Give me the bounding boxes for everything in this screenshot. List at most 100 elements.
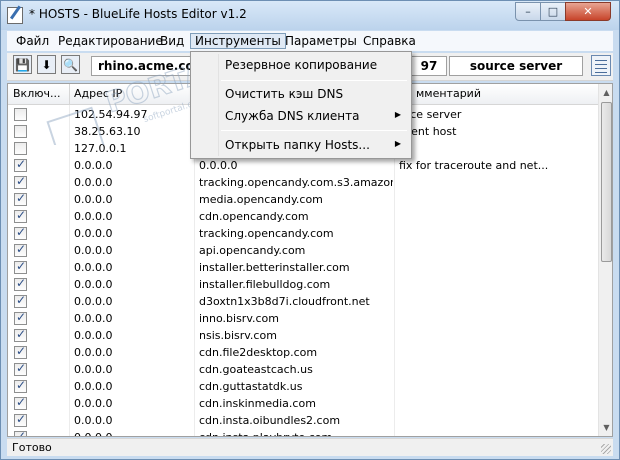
table-row[interactable]: 0.0.0.0 cdn.file2desktop.com — [8, 344, 598, 361]
host-cell: installer.filebulldog.com — [199, 278, 331, 291]
host-cell: d3oxtn1x3b8d7i.cloudfront.net — [199, 295, 370, 308]
enabled-checkbox[interactable] — [14, 225, 27, 240]
maximize-button[interactable]: □ — [540, 2, 566, 21]
enabled-checkbox[interactable] — [14, 108, 27, 121]
table-row[interactable]: 0.0.0.0 tracking.opencandy.com.s3.amazon.… — [8, 174, 598, 191]
enabled-checkbox[interactable] — [14, 157, 27, 172]
hostname-field[interactable]: rhino.acme.co — [91, 56, 191, 76]
app-window: * HOSTS - BlueLife Hosts Editor v1.2 – □… — [0, 0, 620, 460]
table-row[interactable]: 0.0.0.0 cdn.opencandy.com — [8, 208, 598, 225]
host-cell: cdn.inskinmedia.com — [199, 397, 316, 410]
ip-cell: 0.0.0.0 — [74, 346, 113, 359]
host-cell: installer.betterinstaller.com — [199, 261, 350, 274]
close-button[interactable]: ✕ — [565, 2, 611, 21]
ip-cell: 0.0.0.0 — [74, 414, 113, 427]
host-cell: tracking.opencandy.com.s3.amazon... — [199, 176, 393, 189]
table-row[interactable]: 0.0.0.0 media.opencandy.com — [8, 191, 598, 208]
ip-cell: 0.0.0.0 — [74, 159, 113, 172]
enabled-checkbox[interactable] — [14, 191, 27, 206]
menu-edit[interactable]: Редактирование — [53, 33, 168, 49]
save-icon[interactable]: 💾 — [13, 55, 32, 74]
scroll-thumb[interactable] — [601, 102, 612, 262]
menu-item-dns-client-service[interactable]: Служба DNS клиента ▶ — [193, 105, 409, 127]
host-cell: cdn.opencandy.com — [199, 210, 309, 223]
enabled-checkbox[interactable] — [14, 310, 27, 325]
table-row[interactable]: 0.0.0.0 api.opencandy.com — [8, 242, 598, 259]
table-row[interactable]: 0.0.0.0 cdn.insta.playbryte.com — [8, 429, 598, 436]
ip-cell: 0.0.0.0 — [74, 278, 113, 291]
list-view-icon[interactable] — [591, 55, 611, 76]
ip-cell: 0.0.0.0 — [74, 295, 113, 308]
ip-cell: 0.0.0.0 — [74, 397, 113, 410]
comment-field[interactable]: source server — [449, 56, 583, 76]
count-field[interactable]: 97 — [411, 56, 447, 76]
enabled-checkbox[interactable] — [14, 208, 27, 223]
table-row[interactable]: 0.0.0.0 cdn.inskinmedia.com — [8, 395, 598, 412]
ip-cell: 0.0.0.0 — [74, 312, 113, 325]
submenu-arrow-icon: ▶ — [394, 110, 401, 119]
table-row[interactable]: 0.0.0.0 0.0.0.0 fix for traceroute and net… — [8, 157, 598, 174]
table-row[interactable]: 0.0.0.0 tracking.opencandy.com — [8, 225, 598, 242]
host-cell: 0.0.0.0 — [199, 159, 238, 172]
enabled-checkbox[interactable] — [14, 293, 27, 308]
minimize-button[interactable]: – — [515, 2, 541, 21]
enabled-checkbox[interactable] — [14, 412, 27, 427]
menu-item-flush-dns[interactable]: Очистить кэш DNS — [193, 83, 409, 105]
enabled-checkbox[interactable] — [14, 429, 27, 436]
ip-cell: 0.0.0.0 — [74, 431, 192, 436]
table-row[interactable]: 0.0.0.0 d3oxtn1x3b8d7i.cloudfront.net — [8, 293, 598, 310]
scroll-up-icon[interactable]: ▲ — [599, 84, 612, 101]
table-row[interactable]: 0.0.0.0 installer.betterinstaller.com — [8, 259, 598, 276]
ip-cell: 0.0.0.0 — [74, 227, 113, 240]
menu-file[interactable]: Файл — [11, 33, 54, 49]
table-row[interactable]: 0.0.0.0 nsis.bisrv.com — [8, 327, 598, 344]
search-icon[interactable]: 🔍 — [61, 55, 80, 74]
ip-cell: 38.25.63.10 — [74, 125, 141, 138]
host-cell: api.opencandy.com — [199, 244, 306, 257]
table-row[interactable]: 0.0.0.0 cdn.guttastatdk.us — [8, 378, 598, 395]
header-ip[interactable]: Адрес IP — [74, 87, 122, 100]
host-cell: cdn.insta.oibundles2.com — [199, 414, 341, 427]
host-cell: nsis.bisrv.com — [199, 329, 277, 342]
enabled-checkbox[interactable] — [14, 242, 27, 257]
host-cell: tracking.opencandy.com — [199, 227, 334, 240]
comment-cell: urce server — [399, 108, 462, 121]
header-comment[interactable]: мментарий — [416, 87, 481, 100]
enabled-checkbox[interactable] — [14, 361, 27, 376]
table-row[interactable]: 0.0.0.0 inno.bisrv.com — [8, 310, 598, 327]
menu-item-open-hosts-folder[interactable]: Открыть папку Hosts... ▶ — [193, 134, 409, 156]
enabled-checkbox[interactable] — [14, 174, 27, 189]
status-text: Готово — [12, 441, 52, 454]
download-icon[interactable]: ⬇ — [37, 55, 56, 74]
enabled-checkbox[interactable] — [14, 276, 27, 291]
ip-cell: 0.0.0.0 — [74, 210, 113, 223]
table-row[interactable]: 0.0.0.0 cdn.goateastcach.us — [8, 361, 598, 378]
enabled-checkbox[interactable] — [14, 344, 27, 359]
table-row[interactable]: 0.0.0.0 installer.filebulldog.com — [8, 276, 598, 293]
enabled-checkbox[interactable] — [14, 142, 27, 155]
table-row[interactable]: 0.0.0.0 cdn.insta.oibundles2.com — [8, 412, 598, 429]
enabled-checkbox[interactable] — [14, 378, 27, 393]
comment-cell: fix for traceroute and net... — [399, 159, 549, 172]
enabled-checkbox[interactable] — [14, 395, 27, 410]
menu-help[interactable]: Справка — [358, 33, 421, 49]
host-cell: cdn.goateastcach.us — [199, 363, 313, 376]
enabled-checkbox[interactable] — [14, 327, 27, 342]
menu-view[interactable]: Вид — [155, 33, 189, 49]
title-bar[interactable]: * HOSTS - BlueLife Hosts Editor v1.2 – □… — [1, 1, 619, 30]
scroll-down-icon[interactable]: ▼ — [599, 419, 612, 436]
host-cell: media.opencandy.com — [199, 193, 323, 206]
vertical-scrollbar[interactable]: ▲ ▼ — [598, 84, 612, 436]
status-bar: Готово — [7, 438, 613, 456]
menu-tools[interactable]: Инструменты — [190, 33, 286, 49]
menu-item-backup[interactable]: Резервное копирование — [193, 54, 409, 76]
ip-cell: 102.54.94.97 — [74, 108, 148, 121]
comment-cell: client host — [399, 125, 457, 138]
enabled-checkbox[interactable] — [14, 259, 27, 274]
resize-grip-icon[interactable] — [601, 444, 611, 454]
menu-settings[interactable]: Параметры — [280, 33, 362, 49]
ip-cell: 0.0.0.0 — [74, 363, 113, 376]
header-enabled[interactable]: Включ... — [13, 87, 60, 100]
window-title: * HOSTS - BlueLife Hosts Editor v1.2 — [29, 7, 247, 21]
enabled-checkbox[interactable] — [14, 125, 27, 138]
